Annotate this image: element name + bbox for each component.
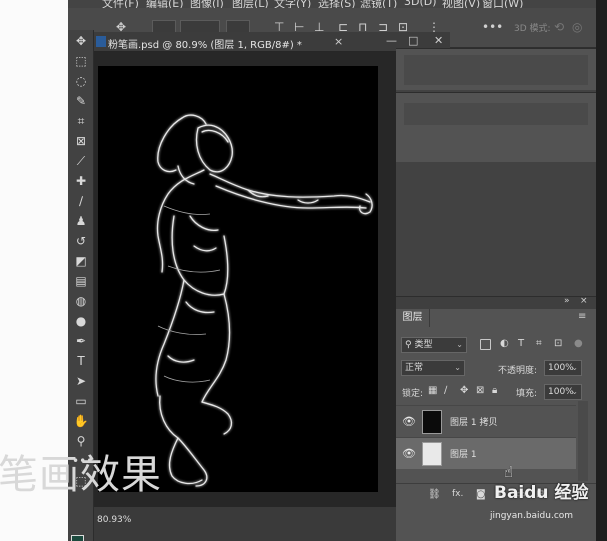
lock-label: 锁定: [402, 389, 424, 399]
history-brush-tool-icon[interactable]: ↺ [72, 232, 90, 250]
visibility-eye-icon[interactable]: 👁︎ [402, 415, 416, 428]
layer-name[interactable]: 图层 1 [450, 447, 477, 460]
filter-smart-object-icon[interactable]: ⊡ [554, 338, 562, 349]
menu-image[interactable]: 图像(I) [190, 0, 224, 8]
menu-3d[interactable]: 3D(D) [404, 0, 437, 8]
layer-row[interactable]: 👁︎ 图层 1 [396, 437, 576, 469]
document-title: 粉笔画.psd @ 80.9% (图层 1, RGB/8#) * [108, 40, 302, 51]
layer-name[interactable]: 图层 1 拷贝 [450, 415, 497, 428]
visibility-eye-icon[interactable]: 👁︎ [402, 447, 416, 460]
eyedropper-tool-icon[interactable]: ⟋ [72, 152, 90, 170]
psd-file-icon [96, 36, 106, 47]
lock-fill-row: 锁定: ▦ ∕ ✥ ⊠ 🔒︎ 填充: 100% ⌄ [396, 381, 596, 403]
frame-tool-icon[interactable]: ⊠ [72, 132, 90, 150]
quick-select-tool-icon[interactable]: ✎ [72, 92, 90, 110]
menu-window[interactable]: 窗口(W) [482, 0, 523, 8]
lock-transparent-icon[interactable]: ▦ [428, 385, 437, 396]
lock-artboard-icon[interactable]: ⊠ [476, 385, 484, 396]
menu-layer[interactable]: 图层(L) [232, 0, 269, 8]
rectangle-tool-icon[interactable]: ▭ [72, 392, 90, 410]
move-tool-icon[interactable]: ✥ [72, 32, 90, 50]
menu-filter[interactable]: 滤镜(T) [360, 0, 397, 8]
zoom-level[interactable]: 80.93% [97, 515, 131, 525]
type-tool-icon[interactable]: T [72, 352, 90, 370]
gradient-tool-icon[interactable]: ▤ [72, 272, 90, 290]
restore-window-icon[interactable]: □ [408, 34, 418, 47]
filter-toggle-icon[interactable]: ● [574, 338, 583, 349]
lock-image-icon[interactable]: ∕ [444, 385, 447, 396]
blend-opacity-row: 正常 ⌄ 不透明度: 100% ⌄ [396, 357, 596, 379]
chevron-down-icon: ⌄ [571, 363, 578, 372]
more-options-icon[interactable]: ••• [482, 20, 503, 34]
adjustments-panel-content [404, 103, 588, 125]
layer-thumbnail [422, 410, 442, 434]
close-panel-icon[interactable]: × [580, 296, 588, 306]
menu-type[interactable]: 文字(Y) [274, 0, 311, 8]
foreground-color-swatch[interactable] [71, 535, 84, 541]
chevron-down-icon: ⌄ [454, 363, 461, 372]
blend-mode-dropdown[interactable]: 正常 ⌄ [401, 360, 465, 376]
menu-select[interactable]: 选择(S) [318, 0, 356, 8]
path-select-tool-icon[interactable]: ➤ [72, 372, 90, 390]
menubar: 文件(F) 编辑(E) 图像(I) 图层(L) 文字(Y) 选择(S) 滤镜(T… [68, 0, 596, 8]
panel-menu-icon[interactable]: ≡ [578, 311, 586, 322]
3d-mode-label: 3D 模式: [514, 24, 551, 34]
fill-label: 填充: [516, 389, 538, 399]
layer-thumbnail [422, 442, 442, 466]
menu-file[interactable]: 文件(F) [102, 0, 139, 8]
healing-brush-tool-icon[interactable]: ✚ [72, 172, 90, 190]
watermark-url: jingyan.baidu.com [490, 511, 574, 521]
baidu-logo: Baidu 经验 [494, 483, 589, 503]
pen-tool-icon[interactable]: ✒ [72, 332, 90, 350]
3d-roll-icon[interactable]: ◎ [572, 20, 582, 34]
minimize-window-icon[interactable]: — [386, 34, 397, 47]
dodge-tool-icon[interactable]: ● [72, 312, 90, 330]
menu-view[interactable]: 视图(V) [442, 0, 480, 8]
marquee-tool-icon[interactable]: ⬚ [72, 52, 90, 70]
tab-layers[interactable]: 图层 [396, 309, 430, 327]
clone-stamp-tool-icon[interactable]: ♟ [72, 212, 90, 230]
layer-row[interactable]: 👁︎ 图层 1 拷贝 [396, 405, 576, 437]
crop-tool-icon[interactable]: ⌗ [72, 112, 90, 130]
brush-tool-icon[interactable]: ∕ [72, 192, 90, 210]
layers-scrollbar[interactable] [578, 401, 588, 481]
3d-rotate-icon[interactable]: ⟲ [554, 20, 564, 34]
blur-tool-icon[interactable]: ◍ [72, 292, 90, 310]
properties-panel [396, 48, 596, 90]
close-document-icon[interactable]: × [334, 35, 343, 48]
opacity-field[interactable]: 100% ⌄ [544, 360, 582, 376]
chevron-down-icon: ⌄ [571, 387, 578, 396]
chevron-down-icon: ⌄ [456, 340, 463, 349]
properties-panel-content [404, 55, 588, 85]
link-layers-icon[interactable]: ⛓︎ [428, 489, 441, 500]
filter-type-icon[interactable]: T [518, 338, 524, 349]
chalk-dancer-artwork [155, 114, 373, 487]
layers-panel-topbar: » × [396, 296, 596, 309]
lasso-tool-icon[interactable]: ◌ [72, 72, 90, 90]
filter-pixel-icon[interactable] [480, 339, 491, 350]
adjustments-panel [396, 92, 596, 162]
opacity-label: 不透明度: [498, 366, 538, 376]
add-mask-icon[interactable]: ◙ [476, 489, 486, 500]
close-window-icon[interactable]: ✕ [434, 34, 443, 47]
fill-field[interactable]: 100% ⌄ [544, 384, 582, 400]
page-margin-right [596, 0, 607, 541]
lock-all-icon[interactable]: 🔒︎ [492, 385, 497, 396]
layer-filter-row: ⚲ 类型 ⌄ ◐ T ⌗ ⊡ ● [396, 335, 596, 355]
fx-button[interactable]: fx. [452, 489, 463, 499]
collapse-panel-icon[interactable]: » [564, 296, 570, 306]
filter-kind-dropdown[interactable]: ⚲ 类型 ⌄ [401, 337, 467, 353]
watermark: Baidu 经验 jingyan.baidu.com [490, 478, 598, 528]
filter-shape-icon[interactable]: ⌗ [536, 338, 542, 349]
background-caption: 笔画效果 [0, 452, 162, 498]
hand-tool-icon[interactable]: ✋ [72, 412, 90, 430]
document-canvas[interactable] [98, 66, 378, 492]
menu-edit[interactable]: 编辑(E) [146, 0, 184, 8]
lock-position-icon[interactable]: ✥ [460, 385, 468, 396]
eraser-tool-icon[interactable]: ◩ [72, 252, 90, 270]
filter-adjustment-icon[interactable]: ◐ [500, 338, 509, 349]
